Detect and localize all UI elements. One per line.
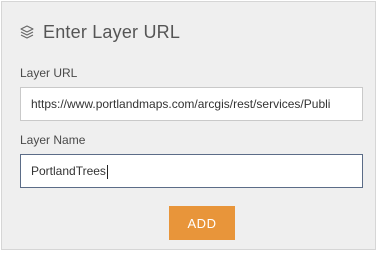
add-button[interactable]: ADD xyxy=(169,206,235,240)
layer-name-value: PortlandTrees xyxy=(31,164,106,178)
layer-name-input[interactable]: PortlandTrees xyxy=(20,154,363,188)
layer-url-label: Layer URL xyxy=(20,66,78,80)
layer-name-label: Layer Name xyxy=(20,133,86,147)
panel-title: Enter Layer URL xyxy=(43,21,181,42)
layer-url-value: https://www.portlandmaps.com/arcgis/rest… xyxy=(31,97,331,111)
layer-url-input[interactable]: https://www.portlandmaps.com/arcgis/rest… xyxy=(20,87,363,121)
layers-icon xyxy=(19,24,35,40)
add-layer-panel: Enter Layer URL Layer URL https://www.po… xyxy=(1,1,376,250)
panel-header: Enter Layer URL xyxy=(19,20,180,44)
text-caret xyxy=(106,164,108,179)
